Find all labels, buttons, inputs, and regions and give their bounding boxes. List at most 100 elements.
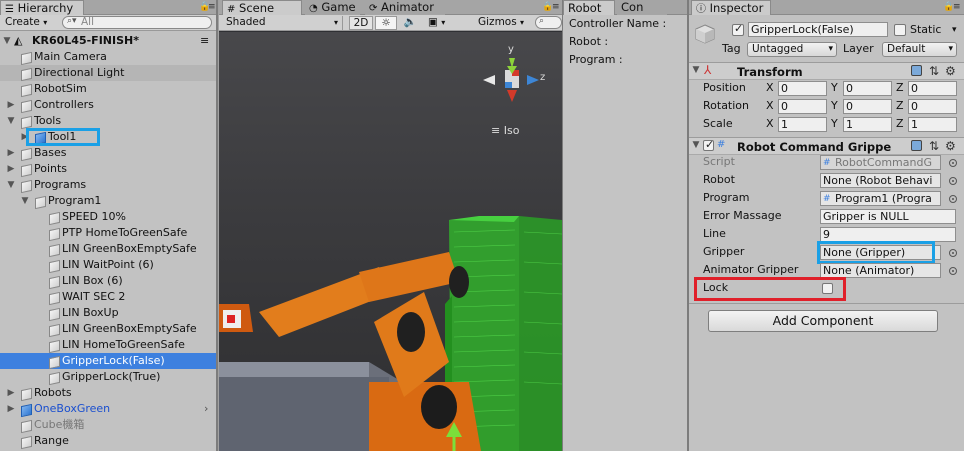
- collapse-arrow-icon[interactable]: ▼: [6, 177, 16, 193]
- tab-scene[interactable]: # Scene: [222, 0, 302, 15]
- position-x-field[interactable]: 0: [778, 81, 827, 96]
- hierarchy-item[interactable]: ▶ Tool1: [0, 129, 216, 145]
- hierarchy-item[interactable]: LIN Box (6): [0, 273, 216, 289]
- hierarchy-item[interactable]: ▼ Tools: [0, 113, 216, 129]
- collapse-arrow-icon[interactable]: ▼: [20, 193, 30, 209]
- scale-z-field[interactable]: 1: [908, 117, 957, 132]
- scene-root-row[interactable]: ▼ ◭ KR60L45-FINISH* ≡: [0, 33, 216, 49]
- hierarchy-item[interactable]: GripperLock(False): [0, 353, 216, 369]
- expand-arrow-icon[interactable]: ▶: [6, 97, 16, 113]
- expand-arrow-icon[interactable]: ▶: [20, 129, 30, 145]
- scene-search-input[interactable]: ⌕: [535, 16, 562, 29]
- gripper-field[interactable]: None (Gripper): [820, 245, 941, 260]
- tag-dropdown[interactable]: Untagged: [747, 42, 837, 57]
- collapse-arrow-icon[interactable]: ▼: [6, 113, 16, 129]
- hierarchy-item[interactable]: ▶ Robots: [0, 385, 216, 401]
- expand-arrow-icon[interactable]: ▶: [6, 161, 16, 177]
- tab-animator[interactable]: ⟳ Animator: [365, 0, 445, 15]
- gizmos-dropdown[interactable]: Gizmos ▾: [475, 16, 525, 30]
- expand-arrow-icon[interactable]: ▶: [6, 401, 16, 417]
- hierarchy-item[interactable]: ▶ Bases: [0, 145, 216, 161]
- hierarchy-item[interactable]: PTP HomeToGreenSafe: [0, 225, 216, 241]
- layer-dropdown[interactable]: Default: [882, 42, 957, 57]
- hierarchy-item[interactable]: ▶ OneBoxGreen ›: [0, 401, 216, 417]
- scale-x-field[interactable]: 1: [778, 117, 827, 132]
- scene-menu-icon[interactable]: ≡: [200, 33, 209, 49]
- hierarchy-item[interactable]: LIN HomeToGreenSafe: [0, 337, 216, 353]
- preset-icon[interactable]: ⇅: [929, 140, 939, 152]
- expand-arrow-icon[interactable]: ▼: [691, 140, 701, 150]
- hierarchy-item[interactable]: ▶ Controllers: [0, 97, 216, 113]
- gear-icon[interactable]: ⚙: [945, 140, 956, 152]
- open-prefab-arrow-icon[interactable]: ›: [204, 401, 208, 417]
- gear-icon[interactable]: ⚙: [945, 65, 956, 77]
- tab-menu-icon[interactable]: ≡: [552, 2, 560, 12]
- tab-menu-icon[interactable]: ≡: [953, 2, 961, 12]
- hierarchy-item[interactable]: WAIT SEC 2: [0, 289, 216, 305]
- position-y-field[interactable]: 0: [843, 81, 892, 96]
- expand-arrow-icon[interactable]: ▼: [691, 65, 701, 75]
- object-picker-icon[interactable]: [949, 159, 957, 167]
- line-field[interactable]: 9: [820, 227, 956, 242]
- tab-hierarchy[interactable]: ☰ Hierarchy: [0, 0, 84, 15]
- x-axis-label[interactable]: X: [766, 98, 774, 114]
- robot-command-gripper-header[interactable]: ▼ # Robot Command Grippe ⇅ ⚙: [689, 137, 964, 155]
- object-name-field[interactable]: GripperLock(False): [748, 22, 888, 37]
- hierarchy-item[interactable]: ▶ Points: [0, 161, 216, 177]
- scene-viewport[interactable]: y z ≡ Iso: [219, 32, 562, 451]
- animator-gripper-field[interactable]: None (Animator): [820, 263, 941, 278]
- y-axis-label[interactable]: Y: [831, 116, 838, 132]
- hierarchy-item[interactable]: RobotSim: [0, 81, 216, 97]
- robot-field[interactable]: None (Robot Behavi: [820, 173, 941, 188]
- hierarchy-item[interactable]: GripperLock(True): [0, 369, 216, 385]
- static-checkbox[interactable]: [894, 24, 906, 36]
- effects-dropdown[interactable]: ▣ ▾: [425, 16, 459, 30]
- object-picker-icon[interactable]: [949, 177, 957, 185]
- lighting-toggle-button[interactable]: ☼: [375, 16, 397, 30]
- rotation-x-field[interactable]: 0: [778, 99, 827, 114]
- lock-checkbox[interactable]: [822, 283, 833, 294]
- z-axis-label[interactable]: Z: [896, 80, 904, 96]
- transform-header[interactable]: ▼ ⅄ Transform ⇅ ⚙: [689, 62, 964, 80]
- tab-game[interactable]: ◔ Game: [305, 0, 360, 15]
- hierarchy-item[interactable]: Main Camera: [0, 49, 216, 65]
- hierarchy-item[interactable]: SPEED 10%: [0, 209, 216, 225]
- expand-arrow-icon[interactable]: ▶: [6, 145, 16, 161]
- tab-menu-icon[interactable]: ≡: [208, 2, 216, 12]
- object-picker-icon[interactable]: [949, 267, 957, 275]
- program-field[interactable]: # Program1 (Progra: [820, 191, 941, 206]
- hierarchy-item[interactable]: ▼ Program1: [0, 193, 216, 209]
- z-axis-label[interactable]: Z: [896, 98, 904, 114]
- hierarchy-item[interactable]: LIN WaitPoint (6): [0, 257, 216, 273]
- rotation-y-field[interactable]: 0: [843, 99, 892, 114]
- y-axis-label[interactable]: Y: [831, 98, 838, 114]
- hierarchy-item[interactable]: Cube機箱: [0, 417, 216, 433]
- object-picker-icon[interactable]: [949, 249, 957, 257]
- rotation-z-field[interactable]: 0: [908, 99, 957, 114]
- expand-arrow-icon[interactable]: ▶: [6, 385, 16, 401]
- help-book-icon[interactable]: [911, 65, 922, 76]
- panel-divider[interactable]: [687, 0, 689, 451]
- tab-controller[interactable]: Con: [617, 0, 667, 15]
- x-axis-label[interactable]: X: [766, 116, 774, 132]
- object-picker-icon[interactable]: [949, 195, 957, 203]
- projection-toggle[interactable]: ≡ Iso: [491, 124, 519, 137]
- hierarchy-item[interactable]: Directional Light: [0, 65, 216, 81]
- y-axis-label[interactable]: Y: [831, 80, 838, 96]
- hierarchy-item[interactable]: ▼ Programs: [0, 177, 216, 193]
- x-axis-label[interactable]: X: [766, 80, 774, 96]
- audio-toggle-button[interactable]: 🔈: [399, 16, 421, 30]
- hierarchy-item[interactable]: LIN BoxUp: [0, 305, 216, 321]
- preset-icon[interactable]: ⇅: [929, 65, 939, 77]
- hierarchy-item[interactable]: Range: [0, 433, 216, 449]
- scale-y-field[interactable]: 1: [843, 117, 892, 132]
- hierarchy-item[interactable]: LIN GreenBoxEmptySafe: [0, 241, 216, 257]
- tab-robot[interactable]: Robot: [563, 0, 615, 15]
- 2d-toggle-button[interactable]: 2D: [349, 16, 373, 30]
- panel-divider[interactable]: [562, 0, 563, 451]
- tab-inspector[interactable]: ⓘ Inspector: [691, 0, 771, 15]
- orientation-gizmo[interactable]: y z: [477, 44, 547, 124]
- z-axis-label[interactable]: Z: [896, 116, 904, 132]
- help-book-icon[interactable]: [911, 140, 922, 151]
- error-message-field[interactable]: Gripper is NULL: [820, 209, 956, 224]
